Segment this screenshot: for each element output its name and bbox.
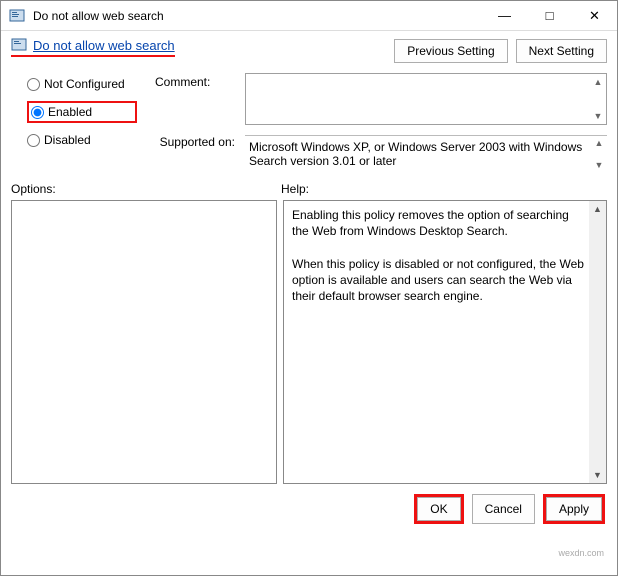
dialog-footer: OK Cancel Apply — [1, 484, 617, 534]
cancel-button[interactable]: Cancel — [472, 494, 535, 524]
scroll-down-icon[interactable]: ▼ — [590, 108, 606, 124]
help-scrollbar[interactable]: ▲ ▼ — [589, 201, 606, 483]
radio-enabled[interactable]: Enabled — [31, 105, 129, 119]
policy-title-link[interactable]: Do not allow web search — [33, 38, 175, 53]
help-paragraph: When this policy is disabled or not conf… — [292, 256, 586, 305]
scroll-down-icon[interactable]: ▼ — [593, 467, 602, 483]
policy-app-icon — [9, 8, 25, 24]
close-button[interactable]: ✕ — [572, 1, 617, 30]
options-pane — [11, 200, 277, 484]
policy-title-group: Do not allow web search — [11, 37, 175, 57]
maximize-button[interactable]: □ — [527, 1, 572, 30]
header-row: Do not allow web search Previous Setting… — [1, 31, 617, 63]
radio-disabled[interactable]: Disabled — [27, 133, 137, 147]
previous-setting-button[interactable]: Previous Setting — [394, 39, 507, 63]
scroll-up-icon[interactable]: ▲ — [591, 136, 607, 150]
supported-on-text: Microsoft Windows XP, or Windows Server … — [245, 135, 607, 172]
radio-not-configured-input[interactable] — [27, 78, 40, 91]
supported-on-label: Supported on: — [155, 135, 235, 172]
minimize-button[interactable]: — — [482, 1, 527, 30]
radio-enabled-label: Enabled — [48, 105, 92, 119]
ok-button[interactable]: OK — [417, 497, 460, 521]
watermark: wexdn.com — [558, 548, 604, 558]
scroll-up-icon[interactable]: ▲ — [590, 74, 606, 90]
help-label: Help: — [281, 182, 309, 196]
scroll-down-icon[interactable]: ▼ — [591, 158, 607, 172]
apply-button[interactable]: Apply — [546, 497, 602, 521]
radio-disabled-input[interactable] — [27, 134, 40, 147]
radio-not-configured[interactable]: Not Configured — [27, 77, 137, 91]
comment-label: Comment: — [155, 73, 235, 125]
options-label: Options: — [11, 182, 281, 196]
comment-textarea[interactable]: ▲ ▼ — [245, 73, 607, 125]
supported-on-value: Microsoft Windows XP, or Windows Server … — [249, 140, 582, 168]
titlebar: Do not allow web search — □ ✕ — [1, 1, 617, 31]
radio-not-configured-label: Not Configured — [44, 77, 125, 91]
next-setting-button[interactable]: Next Setting — [516, 39, 607, 63]
scroll-up-icon[interactable]: ▲ — [593, 201, 602, 217]
help-paragraph: Enabling this policy removes the option … — [292, 207, 586, 239]
help-pane: Enabling this policy removes the option … — [283, 200, 607, 484]
policy-icon — [11, 37, 27, 53]
radio-enabled-input[interactable] — [31, 106, 44, 119]
window-title: Do not allow web search — [33, 9, 164, 23]
radio-disabled-label: Disabled — [44, 133, 91, 147]
state-radio-group: Not Configured Enabled Disabled — [27, 73, 137, 172]
